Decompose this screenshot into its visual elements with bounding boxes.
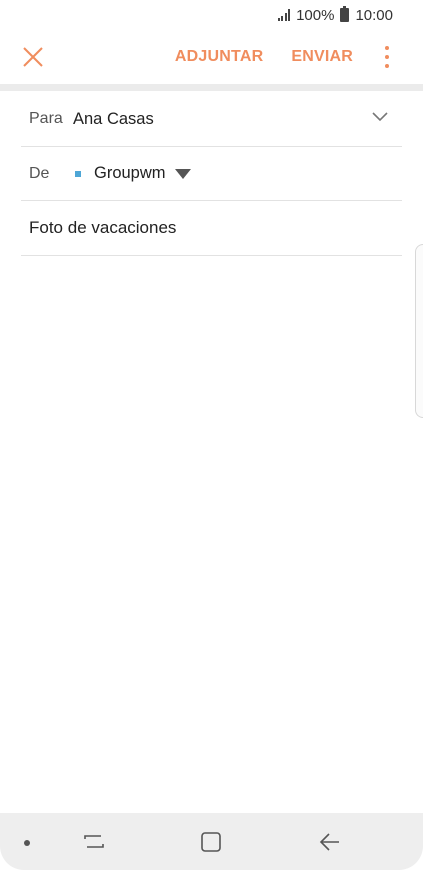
dropdown-caret-icon[interactable] [174,168,191,179]
from-account[interactable]: Groupwm [94,164,166,183]
more-vertical-icon [385,46,389,68]
attach-button[interactable]: ADJUNTAR [175,48,263,66]
battery-icon [340,6,350,22]
chevron-down-icon[interactable] [372,112,388,122]
battery-percent: 100% [296,6,335,24]
close-button[interactable] [20,44,46,70]
nav-dot-indicator[interactable] [24,840,30,846]
to-label: Para [29,110,63,127]
compose-email-screen: 100% 10:00 ADJUNTAR ENVIAR Para Ana Casa… [0,0,423,870]
recent-apps-icon[interactable] [82,830,106,854]
edge-panel-handle[interactable] [415,244,423,418]
to-field[interactable]: Para Ana Casas [21,92,402,147]
status-bar: 100% 10:00 [0,0,423,30]
signal-icon [277,9,291,21]
account-color-icon [75,170,81,177]
action-bar: ADJUNTAR ENVIAR [0,30,423,84]
subject-field[interactable]: Foto de vacaciones [21,201,402,256]
toolbar-actions: ADJUNTAR ENVIAR [175,30,423,84]
subject-input[interactable]: Foto de vacaciones [21,218,176,238]
send-button[interactable]: ENVIAR [291,48,353,66]
navigation-bar [0,813,423,870]
from-label: De [29,164,50,182]
back-icon[interactable] [318,830,342,854]
message-body[interactable] [0,257,423,813]
clock: 10:00 [355,6,393,24]
from-field[interactable]: De Groupwm [21,147,402,201]
to-recipient[interactable]: Ana Casas [73,110,154,129]
more-options-button[interactable] [377,42,397,72]
home-icon[interactable] [199,830,223,854]
toolbar-divider [0,84,423,91]
close-icon [23,47,43,67]
